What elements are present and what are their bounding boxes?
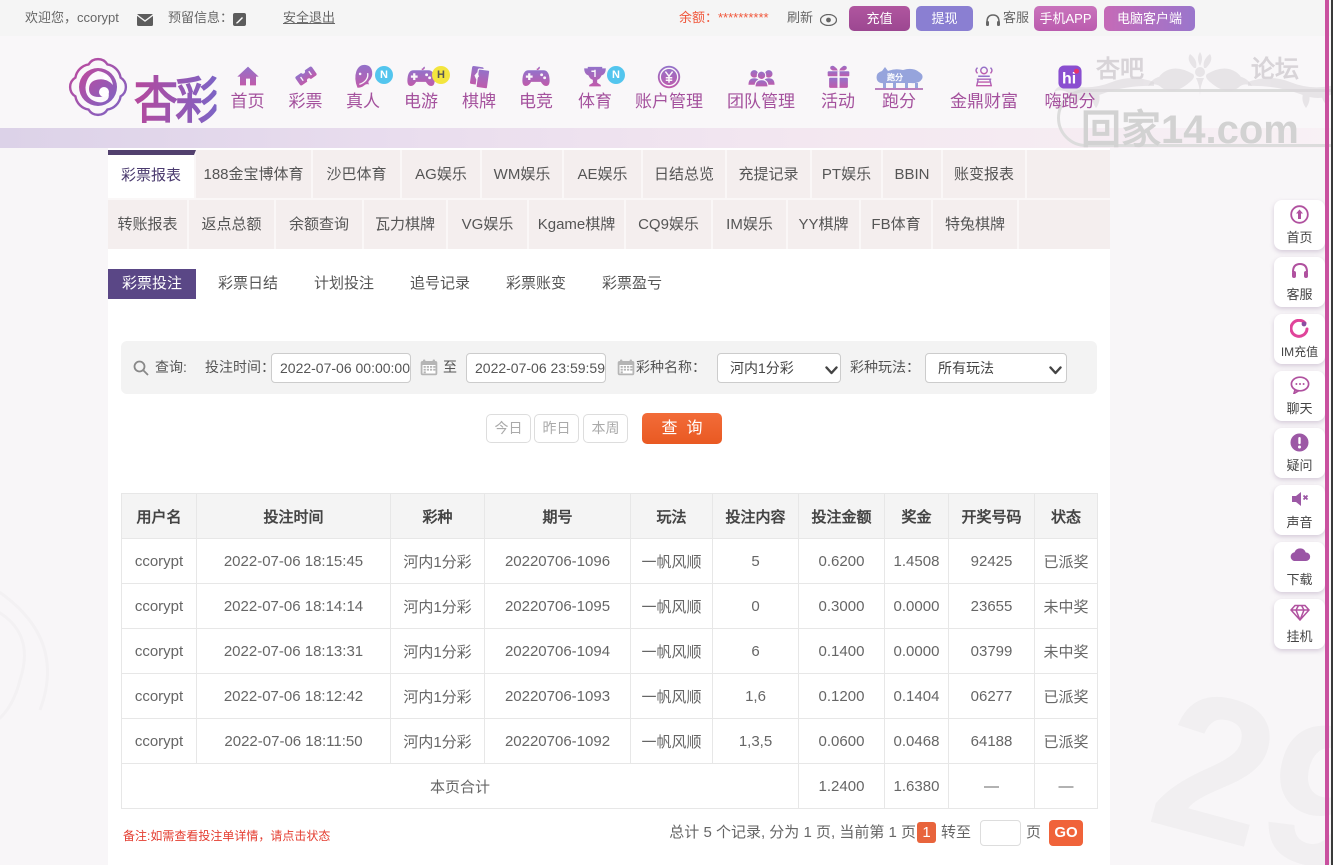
svg-text:hi: hi xyxy=(1062,71,1076,88)
svg-text:跑分: 跑分 xyxy=(887,72,903,82)
